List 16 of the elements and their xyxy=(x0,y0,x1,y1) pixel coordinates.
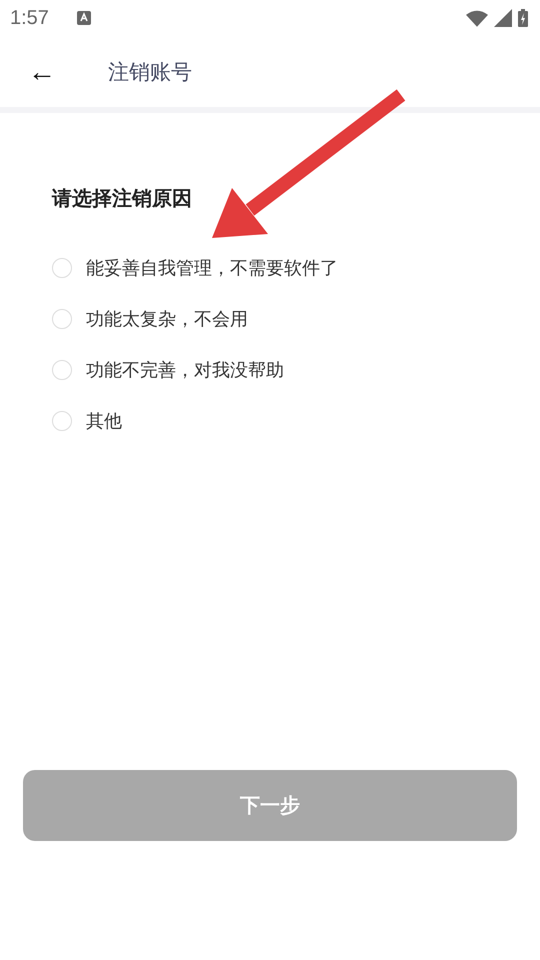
option-label[interactable]: 功能不完善，对我没帮助 xyxy=(86,358,284,382)
option-label[interactable]: 功能太复杂，不会用 xyxy=(86,306,248,330)
signal-icon xyxy=(494,9,512,27)
back-button[interactable]: ← xyxy=(26,56,58,88)
section-heading: 请选择注销原因 xyxy=(52,185,193,212)
option-label[interactable]: 能妥善自我管理，不需要软件了 xyxy=(86,256,338,280)
radio-button[interactable] xyxy=(52,258,72,278)
status-time: 1:57 xyxy=(10,6,49,30)
radio-button[interactable] xyxy=(52,360,72,380)
page-title: 注销账号 xyxy=(108,58,192,86)
radio-button[interactable] xyxy=(52,410,72,430)
radio-button[interactable] xyxy=(52,308,72,328)
keyboard-icon xyxy=(76,11,91,25)
wifi-icon xyxy=(466,10,488,26)
battery-icon xyxy=(518,9,528,27)
option-label[interactable]: 其他 xyxy=(86,408,122,432)
